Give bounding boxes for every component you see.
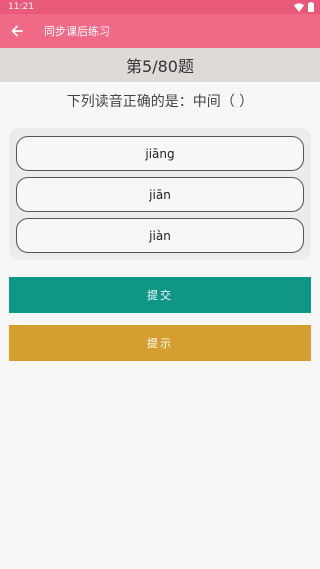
question-text: 下列读音正确的是：中间（ ）	[66, 94, 254, 110]
battery-icon	[308, 2, 314, 12]
status-time: 11:21	[8, 2, 34, 12]
option-button-1[interactable]: jiāng	[16, 136, 304, 171]
status-bar: 11:21	[0, 0, 320, 14]
page-title: 同步课后练习	[44, 25, 110, 38]
wifi-icon	[294, 2, 304, 12]
status-icons	[294, 2, 314, 12]
question-progress: 第5/80题	[0, 48, 320, 82]
hint-button[interactable]: 提示	[9, 325, 311, 361]
arrow-left-icon[interactable]	[2, 14, 32, 48]
submit-button[interactable]: 提交	[9, 277, 311, 313]
option-button-2[interactable]: jiān	[16, 177, 304, 212]
options-panel: jiāng jiān jiàn	[9, 128, 311, 260]
option-button-3[interactable]: jiàn	[16, 218, 304, 253]
app-bar: 同步课后练习	[0, 14, 320, 48]
